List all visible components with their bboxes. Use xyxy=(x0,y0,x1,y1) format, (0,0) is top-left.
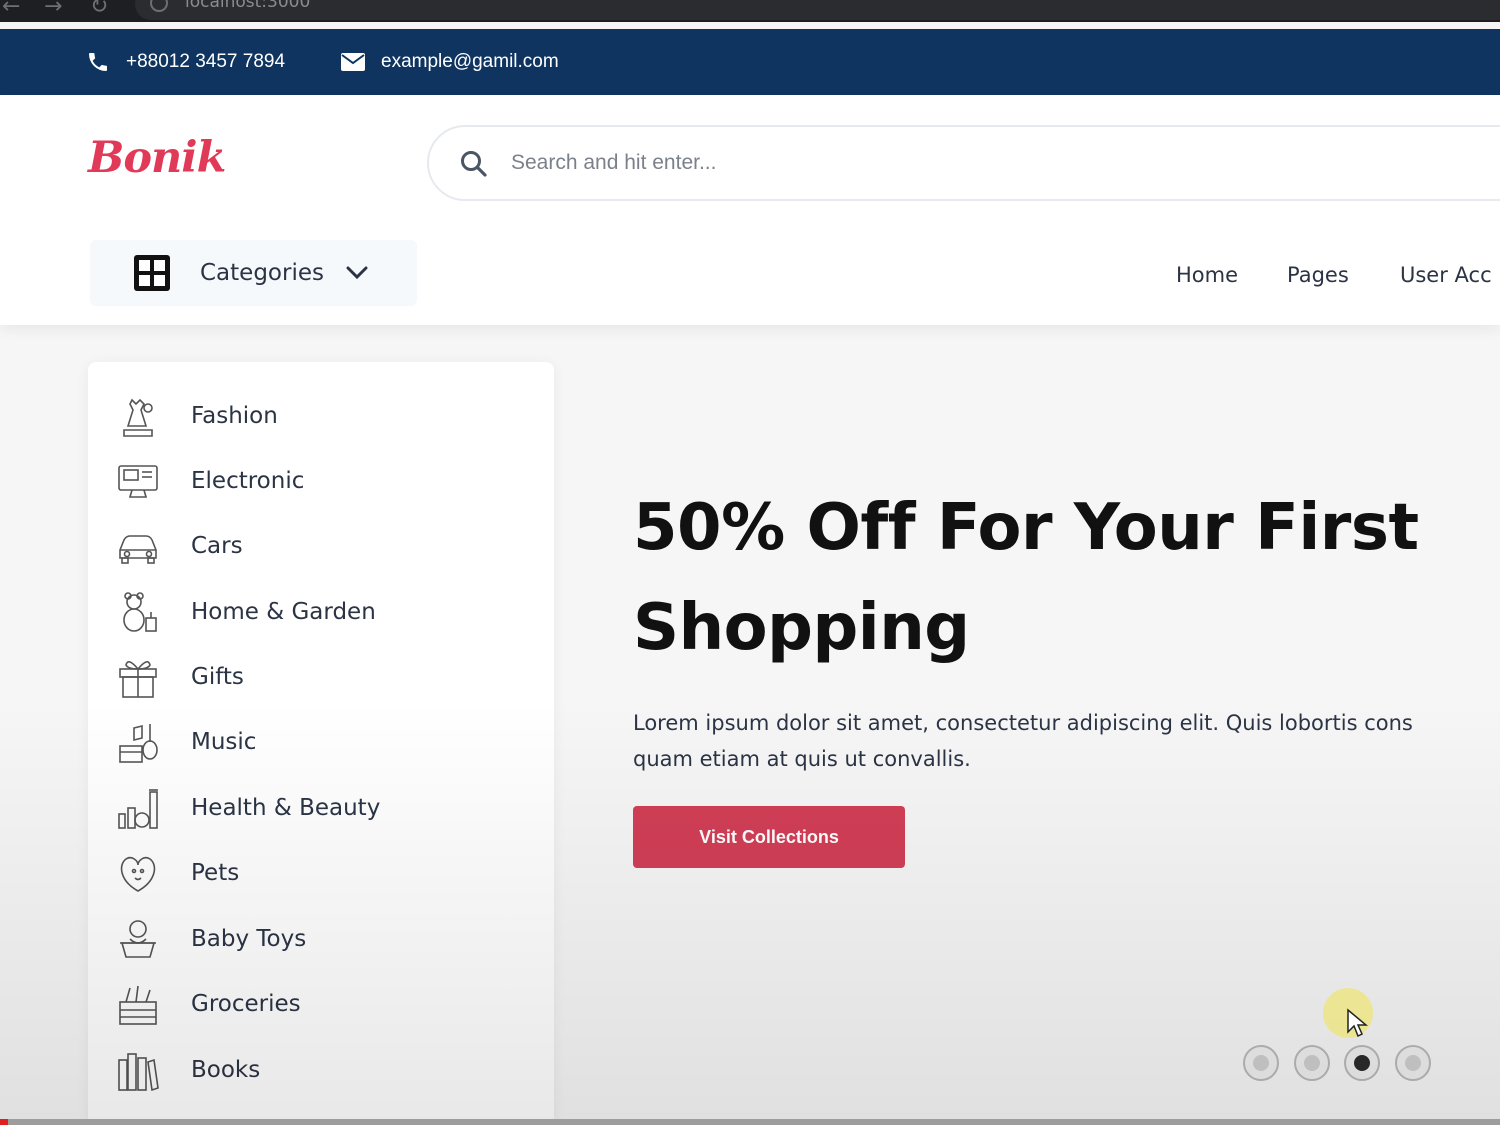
category-item-music[interactable]: Music xyxy=(88,716,554,768)
hero-description: Lorem ipsum dolor sit amet, consectetur … xyxy=(633,705,1500,777)
contact-topbar: +88012 3457 7894 example@gamil.com xyxy=(0,29,1500,95)
grid-icon xyxy=(134,255,170,291)
gift-icon xyxy=(119,661,157,698)
phone-icon xyxy=(89,53,107,71)
category-item-electronic[interactable]: Electronic xyxy=(88,455,554,507)
back-icon[interactable]: ← xyxy=(2,0,20,19)
category-item-health-beauty[interactable]: Health & Beauty xyxy=(88,782,554,834)
hero-title: 50% Off For Your First Shopping xyxy=(633,478,1493,678)
teddy-bear-icon xyxy=(123,592,157,632)
category-label: Cars xyxy=(191,533,243,559)
category-sidebar: Fashion Electronic Cars Home & Garden Gi… xyxy=(88,362,554,1125)
search-bar xyxy=(427,125,1500,201)
topbar-email: example@gamil.com xyxy=(341,29,559,95)
category-label: Baby Toys xyxy=(191,926,307,952)
chevron-down-icon xyxy=(346,266,368,280)
monitor-icon xyxy=(118,465,158,498)
category-label: Health & Beauty xyxy=(191,795,381,821)
categories-label: Categories xyxy=(200,260,324,286)
search-input[interactable] xyxy=(511,141,1411,185)
topbar-phone: +88012 3457 7894 xyxy=(86,29,285,95)
category-label: Groceries xyxy=(191,991,301,1017)
category-label: Music xyxy=(191,729,257,755)
email-address: example@gamil.com xyxy=(381,51,559,72)
reload-icon[interactable]: ↻ xyxy=(90,0,108,19)
pet-icon xyxy=(120,856,156,892)
books-icon xyxy=(118,1053,159,1092)
site-header: Bonik Categories Home Pages User Acc xyxy=(0,95,1500,325)
baby-icon xyxy=(120,920,156,958)
category-label: Fashion xyxy=(191,403,278,429)
browser-toolbar: ← → ↻ localhost:3000 xyxy=(0,0,1500,22)
carousel-dot[interactable] xyxy=(1243,1045,1279,1081)
video-progress-fill xyxy=(0,1119,8,1125)
categories-button[interactable]: Categories xyxy=(90,240,417,306)
forward-icon[interactable]: → xyxy=(44,0,62,19)
car-icon xyxy=(119,535,157,564)
basket-icon xyxy=(119,985,157,1025)
search-icon[interactable] xyxy=(459,149,489,179)
hero-title-line: 50% Off For Your First xyxy=(633,491,1419,565)
category-item-fashion[interactable]: Fashion xyxy=(88,390,554,442)
category-item-groceries[interactable]: Groceries xyxy=(88,978,554,1030)
phone-number: +88012 3457 7894 xyxy=(126,51,286,72)
hero-title-line: Shopping xyxy=(633,591,970,665)
nav-pages[interactable]: Pages xyxy=(1287,263,1349,287)
category-item-home-garden[interactable]: Home & Garden xyxy=(88,586,554,638)
address-bar-url[interactable]: localhost:3000 xyxy=(185,0,310,12)
category-item-cars[interactable]: Cars xyxy=(88,520,554,572)
mail-icon xyxy=(341,53,365,71)
logo[interactable]: Bonik xyxy=(88,133,226,183)
category-label: Electronic xyxy=(191,468,305,494)
address-bar[interactable] xyxy=(135,0,1500,20)
category-label: Gifts xyxy=(191,664,244,690)
category-label: Home & Garden xyxy=(191,599,376,625)
carousel-dot[interactable] xyxy=(1294,1045,1330,1081)
category-label: Pets xyxy=(191,860,240,886)
category-item-books[interactable]: Books xyxy=(88,1044,554,1096)
guitar-icon xyxy=(119,724,158,763)
hero-description-line: quam etiam at quis ut convallis. xyxy=(633,747,971,771)
dress-icon xyxy=(123,398,153,437)
category-item-baby-toys[interactable]: Baby Toys xyxy=(88,913,554,965)
video-progress-bar[interactable] xyxy=(0,1119,1500,1125)
category-label: Books xyxy=(191,1057,261,1083)
hero-description-line: Lorem ipsum dolor sit amet, consectetur … xyxy=(633,711,1413,735)
nav-user-account[interactable]: User Acc xyxy=(1400,263,1492,287)
cosmetics-icon xyxy=(118,789,158,829)
nav-home[interactable]: Home xyxy=(1176,263,1238,287)
visit-collections-button[interactable]: Visit Collections xyxy=(633,806,905,868)
carousel-dot-active[interactable] xyxy=(1344,1045,1380,1081)
category-item-pets[interactable]: Pets xyxy=(88,847,554,899)
category-item-gifts[interactable]: Gifts xyxy=(88,651,554,703)
mouse-cursor-icon xyxy=(1347,1008,1368,1038)
carousel-dot[interactable] xyxy=(1395,1045,1431,1081)
